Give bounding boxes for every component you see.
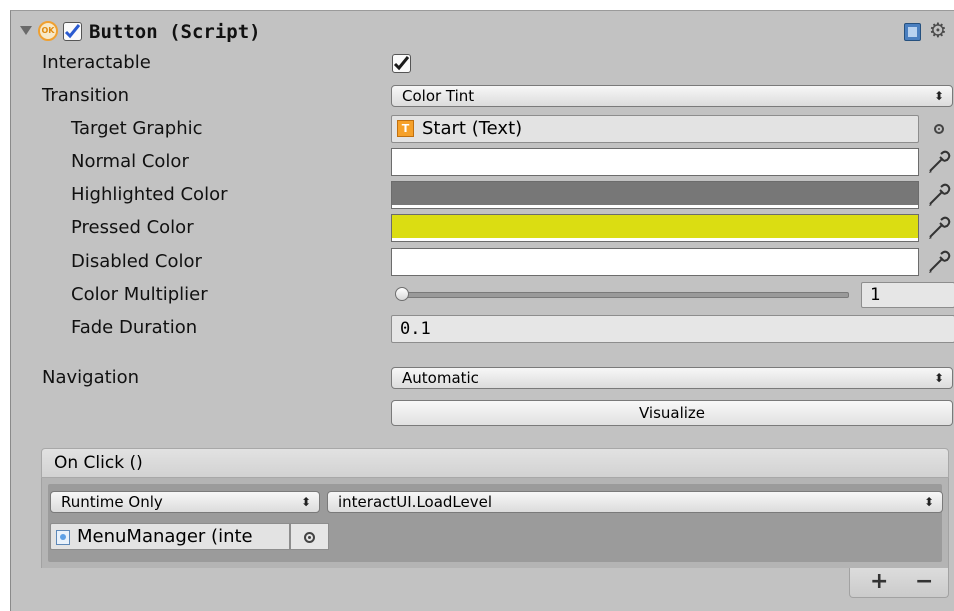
event-object-picker-button[interactable] [290, 523, 329, 550]
eyedropper-icon[interactable] [925, 181, 953, 209]
runtime-value: Runtime Only [61, 493, 163, 511]
component-title: Button (Script) [89, 21, 261, 43]
pressed-color-label: Pressed Color [71, 217, 194, 238]
interactable-checkbox[interactable] [392, 54, 411, 73]
color-multiplier-label: Color Multiplier [71, 284, 208, 305]
normal-color-swatch[interactable] [391, 148, 919, 176]
normal-color-fill [392, 149, 918, 172]
disabled-color-fill [392, 249, 918, 272]
foldout-arrow-icon[interactable] [20, 26, 32, 35]
navigation-dropdown[interactable]: Automatic ⬍ [391, 367, 953, 389]
color-multiplier-slider[interactable] [395, 284, 853, 306]
checkmark-icon [393, 56, 410, 71]
button-icon-text: OK [41, 26, 55, 35]
disabled-color-swatch[interactable] [391, 248, 919, 276]
dropdown-arrow-icon: ⬍ [923, 495, 934, 509]
interactable-label: Interactable [42, 52, 151, 73]
event-target-object-value: MenuManager (inte [77, 526, 253, 547]
target-graphic-value: Start (Text) [422, 118, 523, 139]
checkmark-icon [64, 24, 81, 39]
alpha-bar [392, 238, 918, 241]
dropdown-arrow-icon: ⬍ [933, 89, 944, 103]
dropdown-arrow-icon: ⬍ [933, 371, 944, 385]
fade-duration-label: Fade Duration [71, 317, 198, 338]
fade-duration-input[interactable]: 0.1 [391, 315, 954, 343]
alpha-bar [392, 272, 918, 275]
help-book-icon[interactable] [904, 23, 921, 41]
function-value: interactUI.LoadLevel [338, 493, 493, 511]
color-multiplier-input[interactable]: 1 [861, 282, 954, 308]
object-picker-icon[interactable] [934, 124, 944, 134]
settings-gear-icon[interactable]: ⚙ [929, 19, 947, 41]
button-component-icon: OK [38, 21, 58, 41]
highlighted-color-fill [392, 182, 918, 205]
component-enabled-checkbox[interactable] [63, 22, 82, 41]
object-picker-icon [304, 532, 315, 543]
eyedropper-icon[interactable] [925, 248, 953, 276]
alpha-bar [392, 205, 918, 208]
transition-label: Transition [42, 85, 130, 106]
function-dropdown[interactable]: interactUI.LoadLevel ⬍ [327, 491, 943, 513]
eyedropper-icon[interactable] [925, 214, 953, 242]
pressed-color-swatch[interactable] [391, 214, 919, 242]
add-event-button[interactable]: + [870, 570, 888, 594]
eyedropper-icon[interactable] [925, 148, 953, 176]
event-target-object-field[interactable]: MenuManager (inte [50, 523, 290, 550]
inspector-window: OK Button (Script) ⚙ Interactable Transi… [0, 0, 954, 611]
slider-track [399, 292, 849, 298]
highlighted-color-label: Highlighted Color [71, 184, 228, 205]
alpha-bar [392, 172, 918, 175]
text-component-icon: T [397, 120, 414, 137]
transition-value: Color Tint [402, 87, 475, 105]
normal-color-label: Normal Color [71, 151, 189, 172]
navigation-value: Automatic [402, 369, 479, 387]
runtime-dropdown[interactable]: Runtime Only ⬍ [50, 491, 320, 513]
text-icon-text: T [401, 122, 410, 135]
on-click-title: On Click () [54, 453, 143, 473]
target-graphic-field[interactable]: T Start (Text) [391, 115, 919, 143]
navigation-label: Navigation [42, 367, 140, 388]
slider-thumb[interactable] [395, 287, 409, 301]
button-component-panel: OK Button (Script) ⚙ Interactable Transi… [10, 10, 954, 611]
script-icon [56, 530, 70, 545]
dropdown-arrow-icon: ⬍ [300, 495, 311, 509]
pressed-color-fill [392, 215, 918, 238]
on-click-header: On Click () [41, 448, 949, 478]
target-graphic-label: Target Graphic [71, 118, 203, 139]
remove-event-button[interactable]: − [915, 570, 933, 594]
highlighted-color-swatch[interactable] [391, 181, 919, 209]
visualize-button[interactable]: Visualize [391, 400, 953, 426]
event-list-footer: + − [849, 568, 949, 598]
transition-dropdown[interactable]: Color Tint ⬍ [391, 85, 953, 107]
disabled-color-label: Disabled Color [71, 251, 202, 272]
